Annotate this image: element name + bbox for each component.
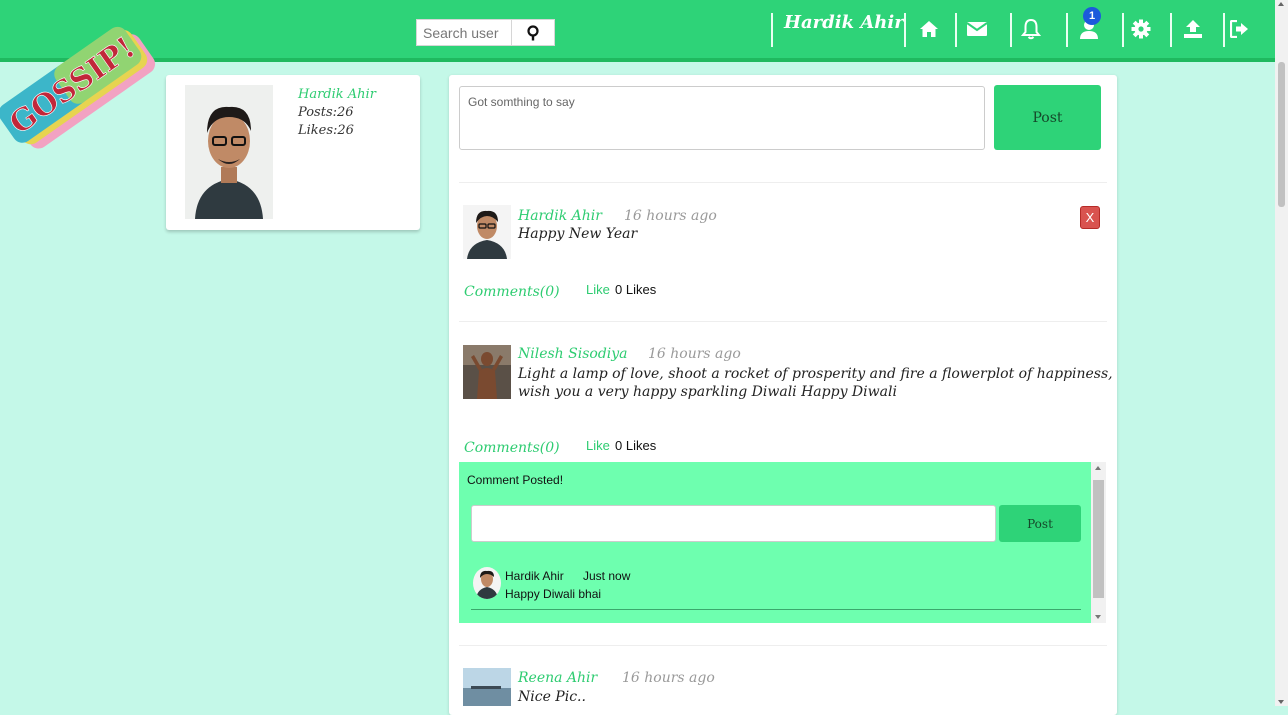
divider: [459, 321, 1107, 322]
post-author-name[interactable]: Reena Ahir: [518, 670, 597, 686]
like-button[interactable]: Like: [586, 438, 610, 453]
profile-name[interactable]: Hardik Ahir: [298, 87, 376, 102]
post-author-name[interactable]: Hardik Ahir: [518, 208, 602, 224]
like-button[interactable]: Like: [586, 282, 610, 297]
bell-icon: [1021, 18, 1041, 40]
upload-button[interactable]: [1182, 18, 1204, 40]
comment-divider: [471, 609, 1081, 610]
post-text: Happy New Year: [518, 226, 638, 242]
post-timestamp: 16 hours ago: [648, 346, 741, 362]
scroll-up-arrow-icon[interactable]: [1278, 2, 1284, 6]
post-timestamp: 16 hours ago: [622, 670, 715, 686]
nav-separator: [955, 13, 957, 47]
home-icon: [920, 21, 938, 37]
comment-post-button[interactable]: Post: [999, 505, 1081, 542]
scrollbar-thumb[interactable]: [1278, 62, 1285, 207]
search-button[interactable]: [511, 19, 555, 46]
nav-separator: [771, 13, 773, 47]
delete-post-button[interactable]: X: [1080, 206, 1100, 229]
scroll-up-arrow-icon[interactable]: [1095, 466, 1101, 470]
search-icon: [527, 24, 539, 40]
settings-button[interactable]: [1130, 18, 1152, 40]
likes-count: 0 Likes: [615, 282, 657, 297]
post-text-line: wish you a very happy sparkling Diwali H…: [518, 384, 897, 400]
scrollbar-thumb[interactable]: [1093, 480, 1104, 598]
comment-status-message: Comment Posted!: [467, 473, 564, 487]
profile-card: Hardik Ahir Posts:26 Likes:26: [166, 75, 420, 230]
news-feed: Post Hardik Ahir 16 hours ago Happy New …: [449, 75, 1117, 715]
comment-text: Happy Diwali bhai: [505, 587, 602, 601]
user-search: [416, 19, 555, 46]
scroll-down-arrow-icon[interactable]: [1278, 700, 1284, 704]
messages-button[interactable]: [966, 18, 988, 40]
post-text-line: Light a lamp of love, shoot a rocket of …: [518, 366, 1113, 382]
scroll-down-arrow-icon[interactable]: [1095, 615, 1101, 619]
comment-panel-scrollbar[interactable]: [1091, 462, 1106, 623]
nav-separator: [1170, 13, 1172, 47]
nav-separator: [904, 13, 906, 47]
envelope-icon: [966, 22, 988, 36]
logout-icon: [1230, 20, 1248, 38]
post-timestamp: 16 hours ago: [624, 208, 717, 224]
post-author-avatar[interactable]: [463, 668, 511, 706]
nav-separator: [1066, 13, 1068, 47]
page-scrollbar[interactable]: [1275, 0, 1288, 706]
upload-icon: [1184, 20, 1202, 38]
profile-posts-count: Posts:26: [298, 105, 354, 120]
home-button[interactable]: [918, 18, 940, 40]
profile-photo[interactable]: [185, 85, 273, 219]
nav-separator: [1010, 13, 1012, 47]
notifications-button[interactable]: [1020, 18, 1042, 40]
comment-timestamp: Just now: [583, 569, 631, 583]
top-navbar: Hardik Ahir 1: [0, 0, 1275, 62]
post-author-name[interactable]: Nilesh Sisodiya: [518, 346, 628, 362]
new-post-textarea[interactable]: [459, 86, 985, 150]
nav-separator: [1223, 13, 1225, 47]
post-button[interactable]: Post: [994, 85, 1101, 150]
comments-link[interactable]: Comments(0): [464, 440, 560, 456]
profile-likes-count: Likes:26: [298, 123, 354, 138]
comment-input[interactable]: [471, 505, 996, 542]
post-author-avatar[interactable]: [463, 205, 511, 259]
post-author-avatar[interactable]: [463, 345, 511, 399]
likes-count: 0 Likes: [615, 438, 657, 453]
post-text: Nice Pic..: [518, 689, 586, 705]
divider: [459, 645, 1107, 646]
nav-username[interactable]: Hardik Ahir: [784, 12, 904, 34]
gossip-logo: GOSSIP!: [0, 26, 156, 149]
divider: [459, 182, 1107, 183]
gear-icon: [1131, 19, 1151, 39]
notification-badge: 1: [1083, 7, 1101, 25]
logout-button[interactable]: [1229, 18, 1251, 40]
search-input[interactable]: [416, 19, 511, 46]
nav-separator: [1122, 13, 1124, 47]
comment-author-avatar[interactable]: [473, 567, 501, 599]
comment-author-name[interactable]: Hardik Ahir: [505, 569, 564, 583]
comment-panel: Comment Posted! Post Hardik Ahir Just no…: [459, 462, 1091, 623]
comments-link[interactable]: Comments(0): [464, 284, 560, 300]
